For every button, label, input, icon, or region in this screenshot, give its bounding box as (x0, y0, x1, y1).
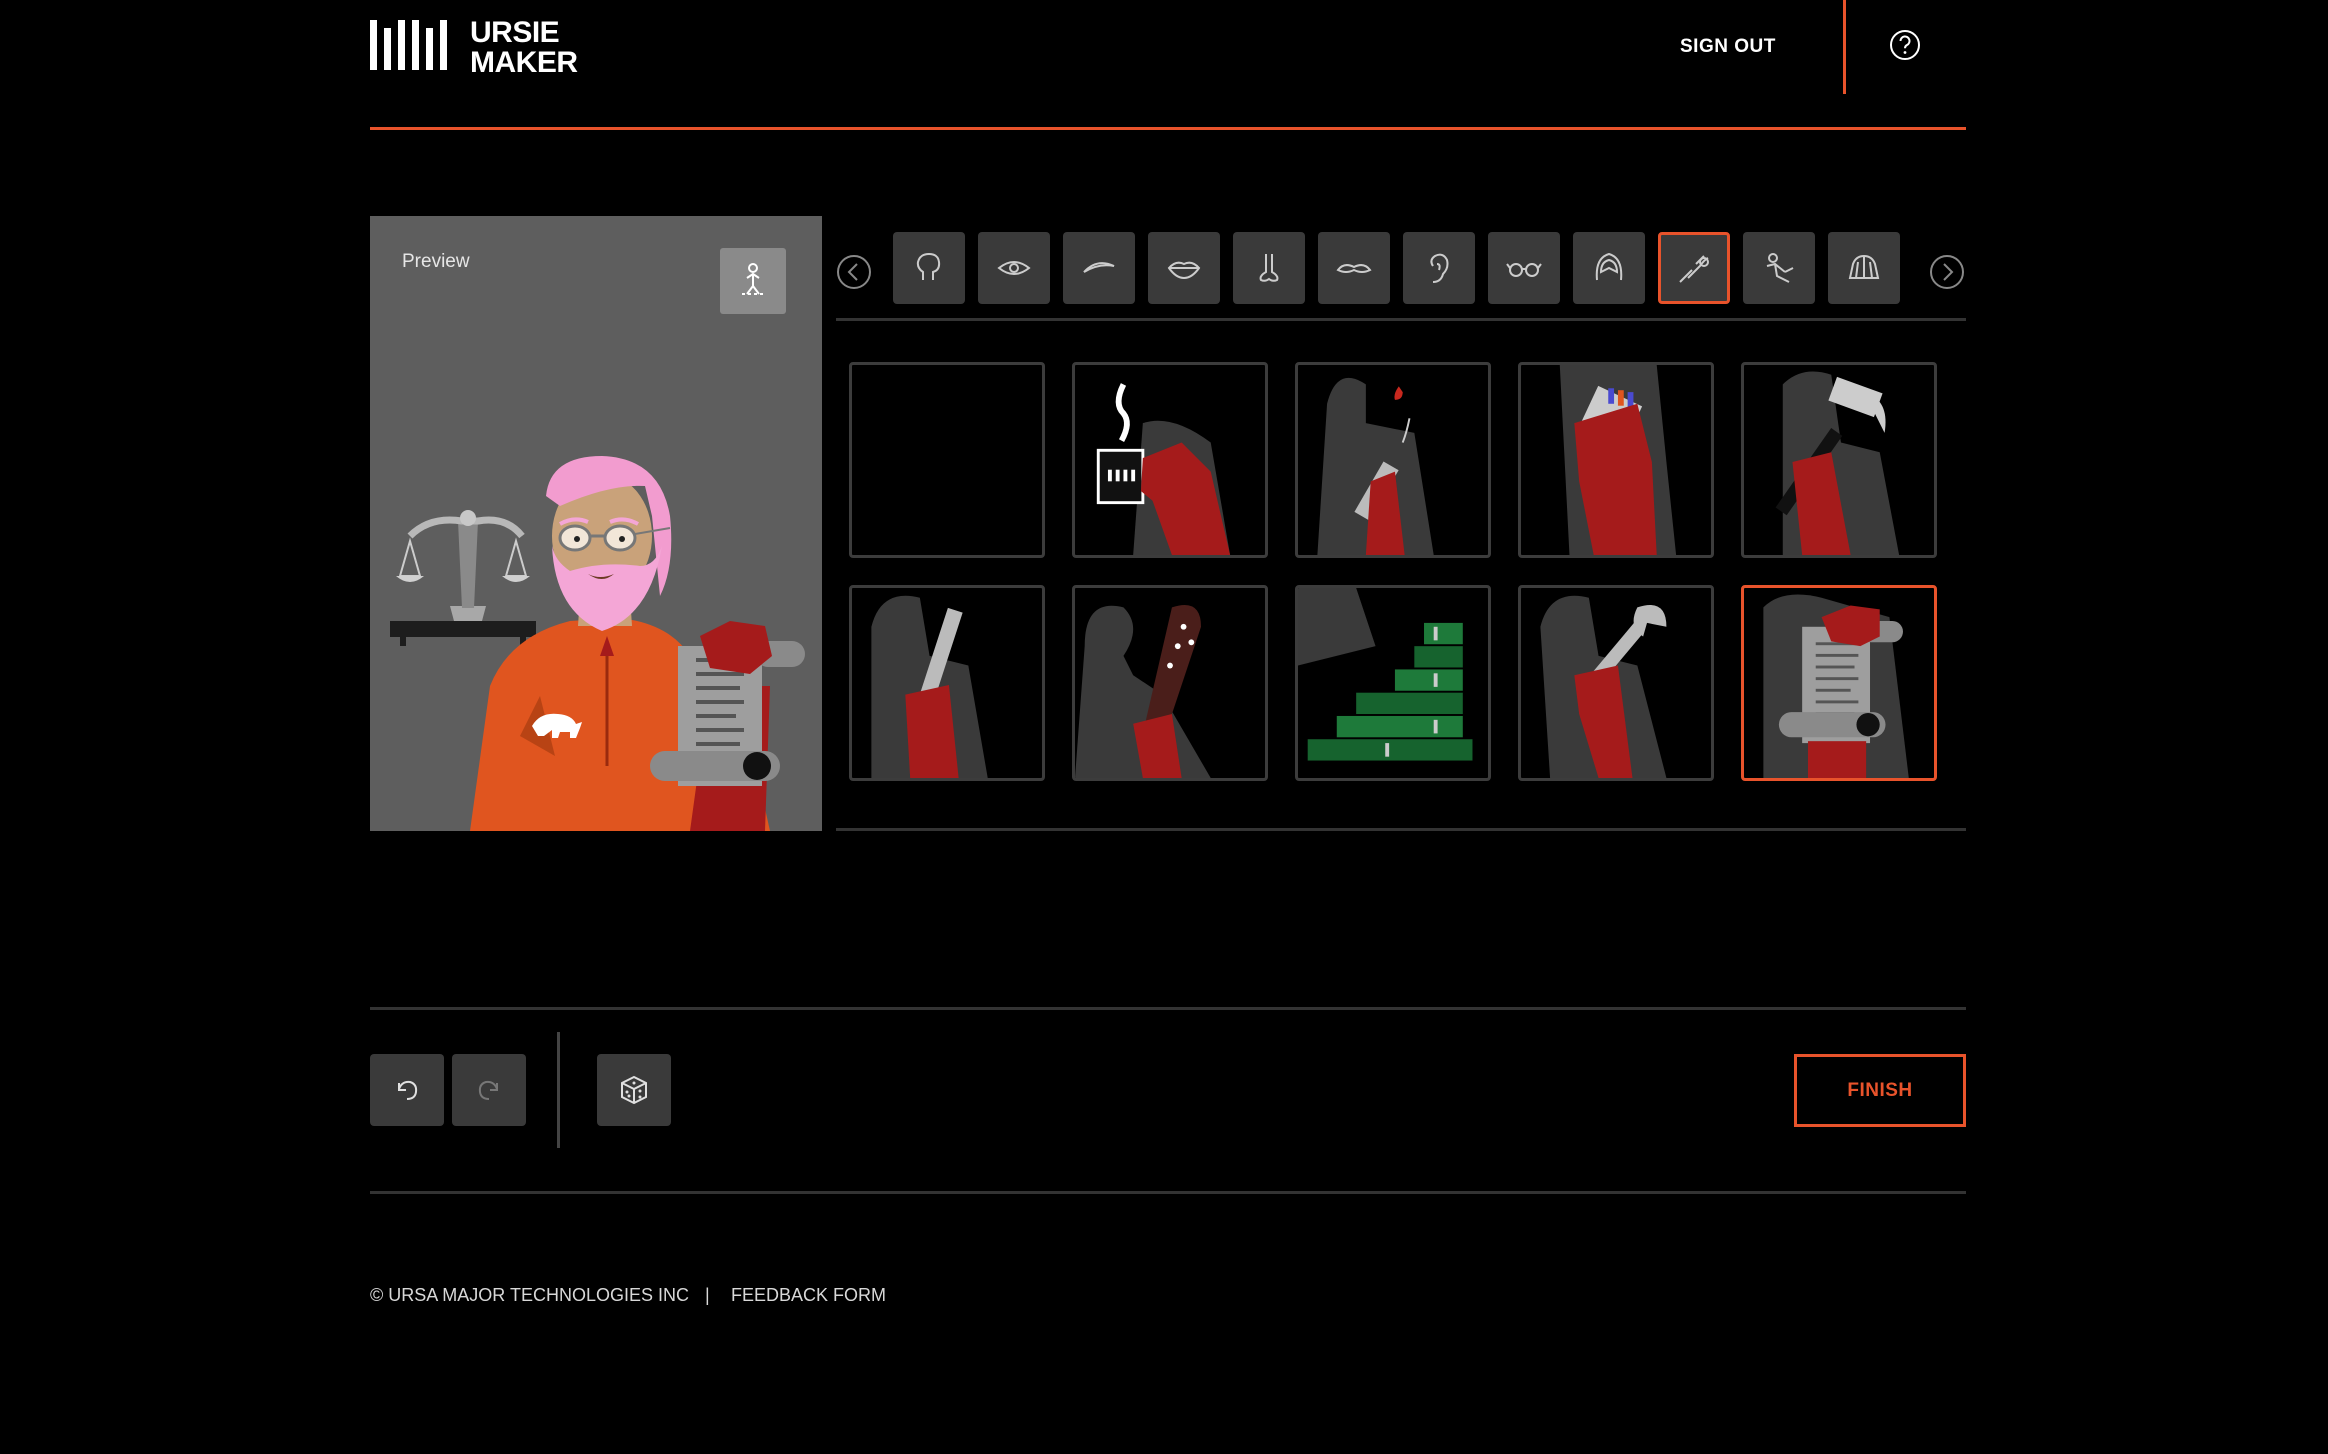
option-none[interactable] (849, 362, 1045, 558)
tab-eyes[interactable] (978, 232, 1050, 304)
hair-icon (1595, 252, 1623, 281)
option-dripping-syringe[interactable] (1295, 362, 1491, 558)
chevron-right-icon[interactable] (1929, 254, 1965, 290)
option-coffee-mug[interactable] (1072, 362, 1268, 558)
tab-head-shape[interactable] (893, 232, 965, 304)
randomize-button[interactable] (597, 1054, 671, 1126)
ruler-icon (871, 595, 988, 778)
scroll-icon (1763, 594, 1909, 778)
option-cash-stacks[interactable] (1295, 585, 1491, 781)
tab-held-item[interactable] (1658, 232, 1730, 304)
option-scroll[interactable] (1741, 585, 1937, 781)
hand-item-icon (1679, 255, 1709, 283)
eye-icon (997, 261, 1031, 275)
tab-ears[interactable] (1403, 232, 1475, 304)
mustache-icon (1336, 264, 1372, 273)
redo-icon (478, 1080, 498, 1100)
matchbox-icon (1559, 365, 1677, 555)
toolbar-bottom-rule (370, 1191, 1966, 1194)
tab-nose[interactable] (1233, 232, 1305, 304)
redo-button[interactable] (452, 1054, 526, 1126)
header-rule (370, 127, 1966, 130)
tab-mouth[interactable] (1148, 232, 1220, 304)
tab-hat[interactable] (1828, 232, 1900, 304)
cash-icon (1298, 588, 1473, 761)
options-rule (836, 828, 1966, 831)
dice-icon (621, 1075, 647, 1105)
option-matchbox[interactable] (1518, 362, 1714, 558)
avatar-illustration (390, 456, 805, 831)
head-icon (916, 252, 941, 280)
question-circle-icon[interactable] (1888, 28, 1922, 62)
glasses-icon (1506, 263, 1542, 277)
undo-button[interactable] (370, 1054, 444, 1126)
option-wrench[interactable] (1518, 585, 1714, 781)
tab-background-item[interactable] (1743, 232, 1815, 304)
logo-line-2: MAKER (470, 46, 578, 79)
tab-glasses[interactable] (1488, 232, 1560, 304)
tab-hair[interactable] (1573, 232, 1645, 304)
header-divider (1843, 0, 1846, 94)
logo-mark-icon[interactable] (370, 20, 454, 70)
option-hammer[interactable] (1741, 362, 1937, 558)
empty-option-icon (852, 365, 1042, 555)
footer-separator: | (705, 1285, 710, 1305)
lips-icon (1167, 261, 1201, 280)
option-spiked-club[interactable] (1072, 585, 1268, 781)
wrench-icon (1540, 595, 1667, 778)
hammer-icon (1775, 371, 1900, 555)
eyebrow-icon (1083, 262, 1115, 273)
chevron-left-icon[interactable] (836, 254, 872, 290)
hat-icon (1848, 254, 1880, 279)
sign-out-link[interactable]: SIGN OUT (1680, 36, 1776, 58)
coffee-mug-icon (1096, 383, 1231, 555)
finish-button[interactable]: FINISH (1794, 1054, 1966, 1127)
ear-icon (1430, 253, 1449, 283)
option-ruler[interactable] (849, 585, 1045, 781)
figure-item-icon (1766, 253, 1794, 283)
avatar-preview: Preview (370, 216, 822, 831)
logo-wordmark[interactable]: URSIE MAKER (470, 18, 578, 78)
syringe-icon (1317, 377, 1434, 555)
toolbar-divider (557, 1032, 560, 1148)
tabs-rule (836, 318, 1966, 321)
feedback-form-link[interactable]: FEEDBACK FORM (731, 1285, 886, 1306)
copyright-text: © URSA MAJOR TECHNOLOGIES INC (370, 1285, 689, 1305)
toolbar-top-rule (370, 1007, 1966, 1010)
spiked-club-icon (1075, 604, 1211, 778)
tab-eyebrows[interactable] (1063, 232, 1135, 304)
logo-line-1: URSIE (470, 16, 560, 49)
nose-icon (1259, 254, 1279, 282)
tab-mustache[interactable] (1318, 232, 1390, 304)
undo-icon (398, 1080, 418, 1100)
